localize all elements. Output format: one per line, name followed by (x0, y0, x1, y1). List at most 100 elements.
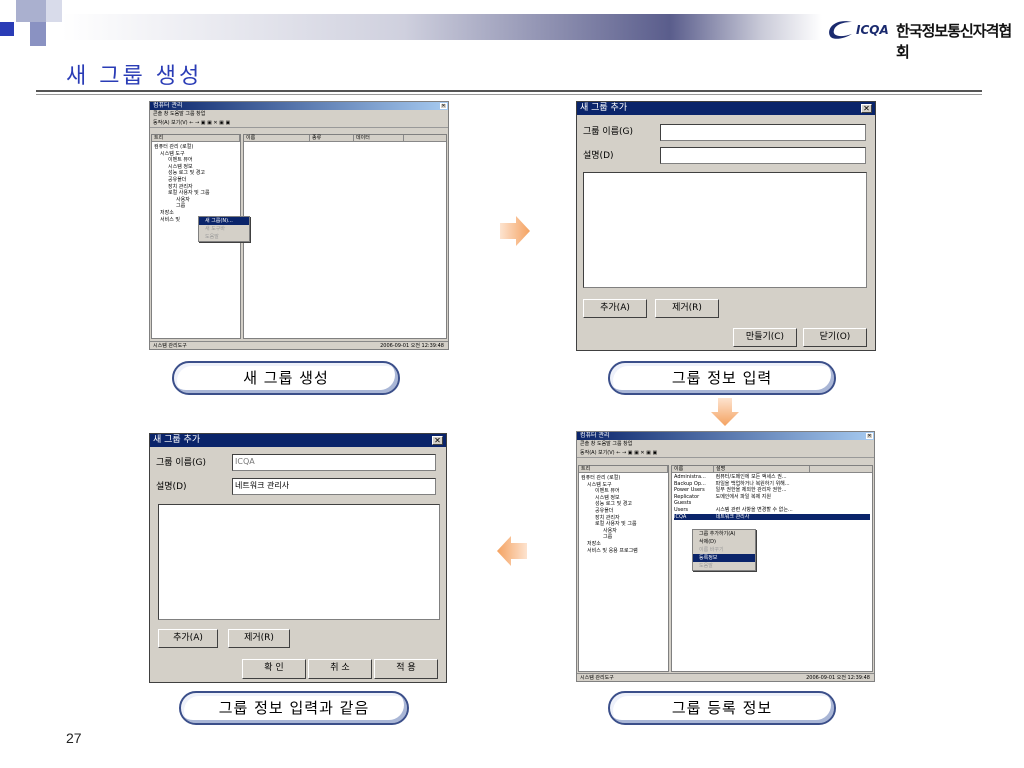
column-header[interactable]: 이름 (672, 466, 714, 473)
column-headers: 이름 종류 데이터 (244, 135, 446, 142)
deco-square-4 (46, 0, 62, 22)
details-pane[interactable]: 이름 종류 데이터 (243, 134, 447, 339)
menu-bar[interactable]: 콘솔 창 도움말 그룹 창업 (150, 110, 448, 118)
group-name-label: 그룹 이름(G) (156, 458, 206, 468)
ok-button[interactable]: 확 인 (242, 659, 306, 679)
close-icon[interactable]: ✕ (432, 436, 443, 445)
context-item-rename[interactable]: 이름 바꾸기 (693, 546, 755, 554)
header-gradient-bar (62, 14, 822, 40)
computer-management-window-2: 컴퓨터 관리 ✕ 콘솔 창 도움말 그룹 창업 동작(A) 보기(V) ← → … (576, 431, 875, 682)
status-datetime: 2006-09-01 오전 12:39:48 (806, 675, 870, 681)
list-item[interactable]: Users 시스템 관련 사항을 변경할 수 없는... (674, 507, 870, 514)
add-button[interactable]: 추가(A) (158, 629, 218, 648)
list-item[interactable]: Power Users 일부 권한을 제외한 관리자 권한... (674, 487, 870, 494)
group-list[interactable]: Administra... 컴퓨터/도메인에 모든 액세스 권... Backu… (672, 473, 872, 521)
tree-item[interactable]: 사용자 (581, 528, 666, 535)
org-name: 한국정보통신자격협회 (896, 22, 1012, 61)
list-item[interactable]: Replicator 도메인에서 파일 복제 지원 (674, 494, 870, 501)
context-item-help[interactable]: 도움말 (693, 562, 755, 570)
step-label-create-group: 새 그룹 생성 (172, 361, 400, 395)
cancel-button[interactable]: 취 소 (308, 659, 372, 679)
window-title: 컴퓨터 관리 (153, 102, 183, 109)
toolbar[interactable]: 동작(A) 보기(V) ← → ▣ ▣ ✕ ▣ ▣ (577, 448, 874, 458)
tree-item[interactable]: 그룹 (581, 534, 666, 541)
apply-button[interactable]: 적 용 (374, 659, 438, 679)
page-title: 새 그룹 생성 (66, 64, 203, 89)
context-item-help[interactable]: 도움말 (199, 233, 249, 241)
context-item[interactable]: 새 도구바 (199, 225, 249, 233)
context-item-add-to-group[interactable]: 그룹 추가하기(A) (693, 530, 755, 538)
context-item-new-group[interactable]: 새 그룹(N)... (199, 217, 249, 225)
tree-item[interactable]: 이벤트 뷰어 (581, 488, 666, 495)
new-group-dialog-empty: 새 그룹 추가 ✕ 그룹 이름(G) 설명(D) 추가(A) 제거(R) 만들기… (576, 101, 876, 351)
step-label-group-properties: 그룹 등록 정보 (608, 691, 836, 725)
description-input[interactable] (660, 147, 866, 164)
remove-button[interactable]: 제거(R) (228, 629, 290, 648)
close-icon[interactable]: ✕ (440, 103, 447, 109)
arrow-left-icon (497, 536, 527, 566)
window-titlebar: 컴퓨터 관리 ✕ (150, 102, 448, 110)
tree-item[interactable]: 공유폴더 (581, 508, 666, 515)
group-name-label: 그룹 이름(G) (583, 127, 633, 137)
list-item-selected[interactable]: ICQA 네트워크 관리사 (674, 513, 870, 521)
column-header[interactable]: 설명 (714, 466, 810, 473)
tree-view[interactable]: 컴퓨터 관리 (로컬) 시스템 도구 이벤트 뷰어 시스템 정보 성능 로그 및… (152, 142, 240, 225)
deco-square-2 (16, 0, 46, 22)
logo-text: ICQA (856, 23, 889, 37)
tree-item[interactable]: 로컬 사용자 및 그룹 (581, 521, 666, 528)
tree-view[interactable]: 컴퓨터 관리 (로컬) 시스템 도구 이벤트 뷰어 시스템 정보 성능 로그 및… (579, 473, 668, 556)
page-number: 27 (66, 730, 82, 746)
tree-item[interactable]: 성능 로그 및 경고 (154, 170, 238, 177)
window-title: 컴퓨터 관리 (580, 432, 610, 439)
close-button[interactable]: 닫기(O) (803, 328, 867, 347)
context-item-delete[interactable]: 삭제(D) (693, 538, 755, 546)
status-datetime: 2006-09-01 오전 12:39:48 (380, 343, 444, 349)
close-icon[interactable]: ✕ (861, 104, 872, 113)
dialog-title: 새 그룹 추가 (153, 435, 201, 445)
remove-button[interactable]: 제거(R) (655, 299, 719, 318)
group-name-input[interactable]: ICQA (232, 454, 436, 471)
tree-item[interactable]: 컴퓨터 관리 (로컬) (581, 475, 666, 482)
tree-item[interactable]: 저장소 (581, 541, 666, 548)
description-label: 설명(D) (583, 151, 614, 161)
list-item[interactable]: Guests (674, 500, 870, 507)
tree-item[interactable]: 공유폴더 (154, 177, 238, 184)
tree-item[interactable]: 이벤트 뷰어 (154, 157, 238, 164)
description-label: 설명(D) (156, 482, 187, 492)
dialog-titlebar: 새 그룹 추가 ✕ (577, 102, 875, 115)
logo-swoosh-icon (829, 21, 852, 39)
tree-header: 트리 (152, 135, 240, 142)
computer-management-window-1: 컴퓨터 관리 ✕ 콘솔 창 도움말 그룹 창업 동작(A) 보기(V) ← → … (149, 101, 449, 350)
tree-item[interactable]: 시스템 도구 (154, 151, 238, 158)
column-header[interactable]: 이름 (244, 135, 310, 142)
title-divider-thin (36, 94, 982, 95)
tree-item[interactable]: 컴퓨터 관리 (로컬) (154, 144, 238, 151)
arrow-right-icon (500, 216, 530, 246)
column-header[interactable]: 데이터 (354, 135, 404, 142)
members-list[interactable] (583, 172, 867, 288)
toolbar[interactable]: 동작(A) 보기(V) ← → ▣ ▣ ✕ ▣ ▣ (150, 118, 448, 128)
list-item[interactable]: Administra... 컴퓨터/도메인에 모든 액세스 권... (674, 474, 870, 481)
tree-item[interactable]: 사용자 (154, 197, 238, 204)
tree-item[interactable]: 서비스 및 응용 프로그램 (581, 548, 666, 555)
tree-item[interactable]: 로컬 사용자 및 그룹 (154, 190, 238, 197)
context-item-properties[interactable]: 등록정보 (693, 554, 755, 562)
create-button[interactable]: 만들기(C) (733, 328, 797, 347)
add-button[interactable]: 추가(A) (583, 299, 647, 318)
window-titlebar: 컴퓨터 관리 ✕ (577, 432, 874, 440)
column-header[interactable]: 종류 (310, 135, 354, 142)
tree-pane[interactable]: 트리 컴퓨터 관리 (로컬) 시스템 도구 이벤트 뷰어 시스템 정보 성능 로… (578, 465, 669, 672)
status-text: 시스템 관리도구 (580, 675, 614, 681)
tree-item[interactable]: 그룹 (154, 203, 238, 210)
menu-bar[interactable]: 콘솔 창 도움말 그룹 창업 (577, 440, 874, 448)
tree-item[interactable]: 성능 로그 및 경고 (581, 501, 666, 508)
context-menu: 새 그룹(N)... 새 도구바 도움말 (198, 216, 250, 242)
close-icon[interactable]: ✕ (866, 433, 873, 439)
members-list[interactable] (158, 504, 440, 620)
step-label-same-as-info: 그룹 정보 입력과 같음 (179, 691, 409, 725)
tree-item[interactable]: 시스템 도구 (581, 482, 666, 489)
group-name-input[interactable] (660, 124, 866, 141)
context-menu: 그룹 추가하기(A) 삭제(D) 이름 바꾸기 등록정보 도움말 (692, 529, 756, 571)
description-input[interactable]: 네트워크 관리사 (232, 478, 436, 495)
deco-square-3 (30, 22, 46, 46)
